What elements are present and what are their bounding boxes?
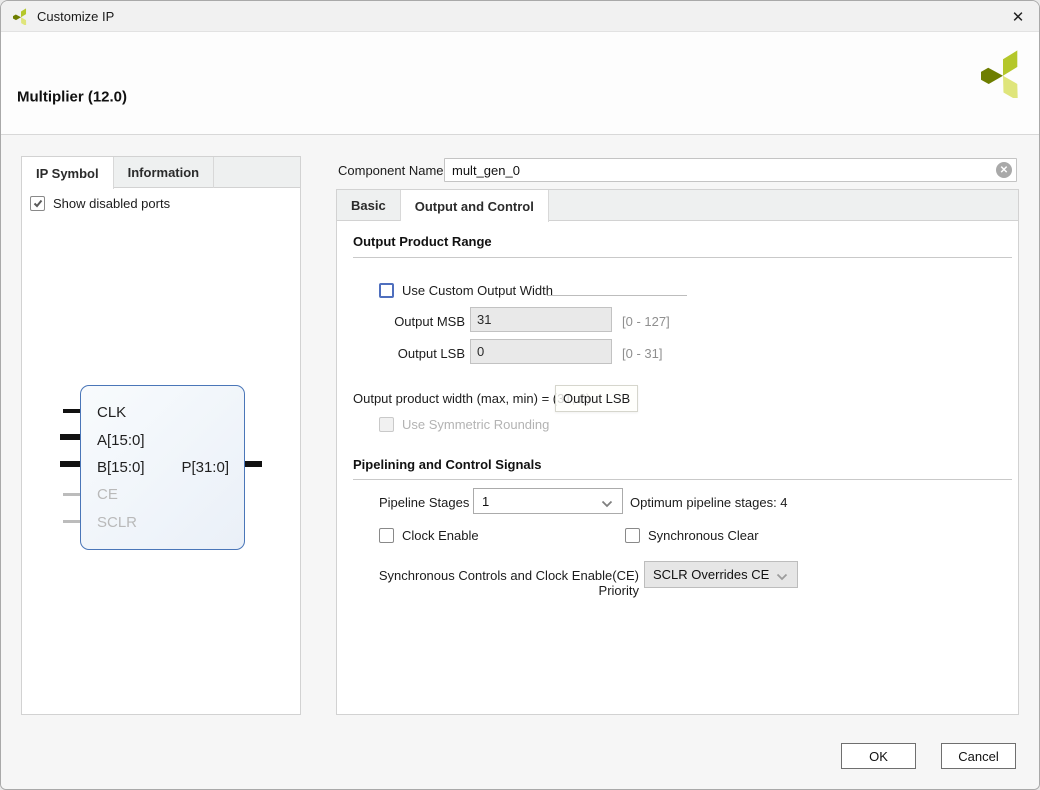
window-title: Customize IP xyxy=(37,9,114,24)
clock-enable-checkbox[interactable] xyxy=(379,528,394,543)
section-divider xyxy=(353,479,1012,480)
tab-output-and-control[interactable]: Output and Control xyxy=(401,190,549,222)
b-port-stub xyxy=(60,461,80,467)
ip-title: Multiplier (12.0) xyxy=(17,89,127,106)
component-name-input[interactable] xyxy=(444,158,1017,182)
use-symmetric-rounding-row: Use Symmetric Rounding xyxy=(379,417,549,432)
output-msb-input xyxy=(470,307,612,332)
synchronous-clear-row: Synchronous Clear xyxy=(625,528,759,543)
ok-button[interactable]: OK xyxy=(841,743,916,769)
header: Multiplier (12.0) i Documentation IP Loc… xyxy=(1,32,1039,135)
ip-symbol-block: CLK A[15:0] B[15:0] CE SCLR P[31:0] xyxy=(80,385,245,550)
section-divider xyxy=(353,257,1012,258)
pipelining-title: Pipelining and Control Signals xyxy=(353,457,542,472)
pipeline-stages-select[interactable]: 1 xyxy=(473,488,623,514)
clock-enable-label: Clock Enable xyxy=(402,528,479,543)
ip-symbol-panel: IP Symbol Information Show disabled port… xyxy=(21,156,301,715)
check-icon xyxy=(33,199,43,208)
show-disabled-ports-row: Show disabled ports xyxy=(30,196,170,211)
p-port-stub xyxy=(245,461,262,467)
clk-port-stub xyxy=(63,409,80,413)
synchronous-clear-checkbox[interactable] xyxy=(625,528,640,543)
use-custom-output-width-label: Use Custom Output Width xyxy=(402,283,553,298)
port-sclr: SCLR xyxy=(97,514,137,532)
inline-divider xyxy=(547,295,687,296)
use-custom-output-width-checkbox[interactable] xyxy=(379,283,394,298)
port-b: B[15:0] xyxy=(97,459,145,477)
use-symmetric-rounding-checkbox xyxy=(379,417,394,432)
ce-port-stub xyxy=(63,493,80,496)
tabstrip-filler xyxy=(214,157,300,187)
config-panel: Basic Output and Control Output Product … xyxy=(336,189,1019,715)
chevron-down-icon xyxy=(776,573,788,581)
xilinx-logo-large-icon xyxy=(981,49,1025,98)
xilinx-logo-icon xyxy=(13,8,29,25)
close-icon[interactable]: ✕ xyxy=(1003,3,1033,30)
left-tabstrip: IP Symbol Information xyxy=(22,157,300,188)
tab-ip-symbol[interactable]: IP Symbol xyxy=(22,157,114,189)
output-lsb-tooltip: Output LSB xyxy=(555,385,638,412)
synchronous-clear-label: Synchronous Clear xyxy=(648,528,759,543)
tabstrip-filler xyxy=(549,190,1018,220)
output-lsb-input xyxy=(470,339,612,364)
show-disabled-ports-checkbox[interactable] xyxy=(30,196,45,211)
tab-information[interactable]: Information xyxy=(114,157,215,188)
show-disabled-ports-label: Show disabled ports xyxy=(53,196,170,211)
output-lsb-label: Output LSB xyxy=(379,346,465,361)
tab-basic[interactable]: Basic xyxy=(337,190,401,221)
priority-label: Synchronous Controls and Clock Enable(CE… xyxy=(350,568,639,598)
port-a: A[15:0] xyxy=(97,432,145,450)
output-msb-range: [0 - 127] xyxy=(622,314,670,329)
use-custom-output-width-row: Use Custom Output Width xyxy=(379,283,553,298)
output-product-range-title: Output Product Range xyxy=(353,234,492,249)
component-name-label: Component Name xyxy=(338,163,444,178)
clock-enable-row: Clock Enable xyxy=(379,528,479,543)
main-tabstrip: Basic Output and Control xyxy=(337,190,1018,221)
pipeline-stages-label: Pipeline Stages xyxy=(379,495,469,510)
priority-select: SCLR Overrides CE xyxy=(644,561,798,588)
customize-ip-dialog: Customize IP ✕ Multiplier (12.0) i Docum… xyxy=(0,0,1040,790)
use-symmetric-rounding-label: Use Symmetric Rounding xyxy=(402,417,549,432)
optimum-pipeline-text: Optimum pipeline stages: 4 xyxy=(630,495,788,510)
port-p: P[31:0] xyxy=(181,459,229,477)
port-clk: CLK xyxy=(97,404,126,422)
titlebar: Customize IP ✕ xyxy=(1,1,1039,32)
priority-value: SCLR Overrides CE xyxy=(653,567,769,582)
a-port-stub xyxy=(60,434,80,440)
pipeline-stages-value: 1 xyxy=(482,494,489,509)
sclr-port-stub xyxy=(63,520,80,523)
cancel-button[interactable]: Cancel xyxy=(941,743,1016,769)
output-lsb-range: [0 - 31] xyxy=(622,346,662,361)
chevron-down-icon xyxy=(601,500,613,508)
port-ce: CE xyxy=(97,486,118,504)
output-msb-label: Output MSB xyxy=(379,314,465,329)
clear-circle-icon[interactable]: ✕ xyxy=(996,162,1012,178)
dialog-body: IP Symbol Information Show disabled port… xyxy=(1,135,1040,790)
